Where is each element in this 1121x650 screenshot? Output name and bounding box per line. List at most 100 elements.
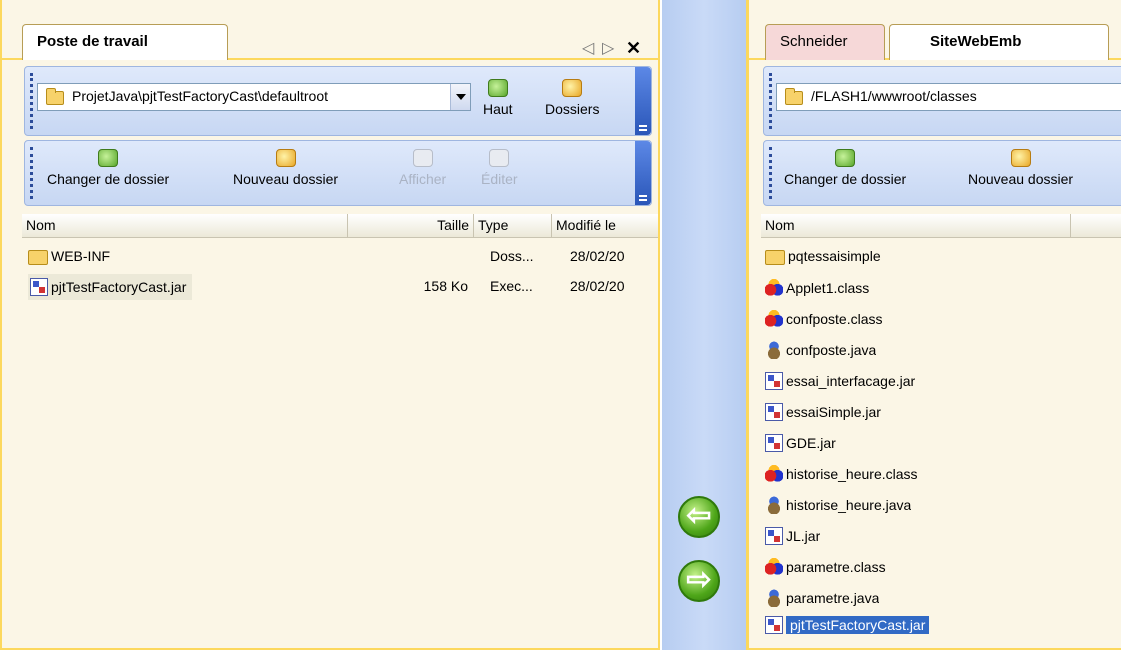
toolbar-grip[interactable] bbox=[769, 147, 772, 199]
right-file-pane: Schneider SiteWebEmb /FLASH1/wwwroot/cla… bbox=[746, 0, 1121, 650]
table-row[interactable]: pjtTestFactoryCast.jar 158 Ko Exec... 28… bbox=[22, 272, 658, 302]
tab-sitewebemb[interactable]: SiteWebEmb bbox=[889, 24, 1109, 60]
address-toolbar: /FLASH1/wwwroot/classes bbox=[763, 66, 1121, 136]
file-name: confposte.java bbox=[786, 342, 877, 358]
list-item[interactable]: parametre.class bbox=[761, 552, 1121, 582]
jar-file-icon bbox=[30, 278, 48, 296]
left-file-pane: Poste de travail ◁ ▷ ✕ ProjetJava\pjtTes… bbox=[0, 0, 660, 650]
file-name: pjtTestFactoryCast.jar bbox=[51, 279, 187, 295]
tab-prev-icon[interactable]: ◁ bbox=[582, 38, 594, 58]
close-icon[interactable]: ✕ bbox=[626, 38, 641, 58]
path-value: ProjetJava\pjtTestFactoryCast\defaultroo… bbox=[72, 88, 329, 104]
new-dir-button[interactable]: Nouveau dossier bbox=[968, 149, 1073, 187]
file-list-header: Nom Taille Type Modifié le bbox=[22, 214, 658, 238]
file-name: confposte.class bbox=[786, 311, 883, 327]
list-item[interactable]: historise_heure.class bbox=[761, 459, 1121, 489]
arrow-left-icon: ⇦ bbox=[686, 499, 712, 532]
file-name: JL.jar bbox=[786, 528, 821, 544]
tab-poste-de-travail[interactable]: Poste de travail bbox=[22, 24, 228, 60]
column-type[interactable]: Type bbox=[474, 214, 552, 238]
path-combo[interactable]: ProjetJava\pjtTestFactoryCast\defaultroo… bbox=[37, 83, 471, 111]
jar-file-icon bbox=[765, 616, 783, 634]
list-item[interactable]: GDE.jar bbox=[761, 428, 1121, 458]
class-file-icon bbox=[765, 558, 783, 576]
toolbar-grip[interactable] bbox=[30, 147, 33, 199]
list-item[interactable]: historise_heure.java bbox=[761, 490, 1121, 520]
action-toolbar: Changer de dossier Nouveau dossier bbox=[763, 140, 1121, 206]
file-name: historise_heure.java bbox=[786, 497, 912, 513]
copy-right-button[interactable]: ⇨ bbox=[678, 560, 720, 602]
left-tab-bar: Poste de travail ◁ ▷ ✕ bbox=[2, 14, 658, 60]
tab-close-icon[interactable]: ✕ bbox=[626, 38, 641, 59]
toolbar-overflow-icon[interactable] bbox=[635, 141, 651, 205]
java-file-icon bbox=[765, 341, 783, 359]
view-icon bbox=[412, 149, 433, 167]
up-folder-icon bbox=[487, 79, 508, 97]
path-combo[interactable]: /FLASH1/wwwroot/classes bbox=[776, 83, 1121, 111]
column-name[interactable]: Nom bbox=[761, 214, 1071, 238]
toolbar-overflow-icon[interactable] bbox=[635, 67, 651, 135]
folders-button[interactable]: Dossiers bbox=[545, 79, 599, 117]
file-size: 158 Ko bbox=[423, 278, 468, 294]
arrow-right-icon: ⇨ bbox=[686, 563, 712, 596]
edit-label: Éditer bbox=[481, 171, 518, 187]
list-item[interactable]: pqtessaisimple bbox=[761, 242, 1121, 272]
dropdown-arrow-icon[interactable] bbox=[450, 84, 470, 110]
file-name: essai_interfacage.jar bbox=[786, 373, 916, 389]
column-size[interactable]: Taille bbox=[348, 214, 474, 238]
file-modified: 28/02/20 bbox=[570, 278, 625, 294]
table-cell: pjtTestFactoryCast.jar bbox=[28, 274, 193, 300]
toolbar-grip[interactable] bbox=[30, 73, 33, 129]
transfer-strip: ⇦ ⇨ bbox=[662, 0, 746, 650]
action-toolbar: Changer de dossier Nouveau dossier Affic… bbox=[24, 140, 652, 206]
change-dir-button[interactable]: Changer de dossier bbox=[784, 149, 906, 187]
java-file-icon bbox=[765, 496, 783, 514]
right-tab-bar: Schneider SiteWebEmb bbox=[749, 14, 1121, 60]
list-item[interactable]: essaiSimple.jar bbox=[761, 397, 1121, 427]
list-item[interactable]: confposte.class bbox=[761, 304, 1121, 334]
list-item[interactable]: parametre.java bbox=[761, 583, 1121, 613]
folders-button-label: Dossiers bbox=[545, 101, 600, 117]
list-item[interactable]: confposte.java bbox=[761, 335, 1121, 365]
new-folder-icon bbox=[1010, 149, 1031, 167]
table-row[interactable]: WEB-INF Doss... 28/02/20 bbox=[22, 242, 658, 272]
change-dir-button[interactable]: Changer de dossier bbox=[47, 149, 169, 187]
folder-icon bbox=[785, 88, 803, 105]
list-item[interactable]: JL.jar bbox=[761, 521, 1121, 551]
view-button[interactable]: Afficher bbox=[399, 149, 446, 187]
file-name: GDE.jar bbox=[786, 435, 836, 451]
list-item[interactable]: pjtTestFactoryCast.jar bbox=[761, 613, 1121, 643]
tab-next-icon[interactable]: ▷ bbox=[602, 38, 614, 58]
class-file-icon bbox=[765, 465, 783, 483]
file-type: Doss... bbox=[490, 248, 534, 264]
file-name: historise_heure.class bbox=[786, 466, 918, 482]
class-file-icon bbox=[765, 279, 783, 297]
class-file-icon bbox=[765, 310, 783, 328]
folder-icon bbox=[28, 250, 48, 265]
change-dir-label: Changer de dossier bbox=[784, 171, 907, 187]
file-name: pjtTestFactoryCast.jar bbox=[786, 616, 930, 634]
tab-schneider[interactable]: Schneider bbox=[765, 24, 885, 60]
toolbar-grip[interactable] bbox=[769, 73, 772, 129]
view-label: Afficher bbox=[399, 171, 447, 187]
file-name: essaiSimple.jar bbox=[786, 404, 881, 420]
file-name: parametre.java bbox=[786, 590, 880, 606]
copy-left-button[interactable]: ⇦ bbox=[678, 496, 720, 538]
up-button-label: Haut bbox=[483, 101, 513, 117]
change-folder-icon bbox=[98, 149, 119, 167]
new-dir-button[interactable]: Nouveau dossier bbox=[233, 149, 338, 187]
file-modified: 28/02/20 bbox=[570, 248, 625, 264]
list-item[interactable]: essai_interfacage.jar bbox=[761, 366, 1121, 396]
edit-button[interactable]: Éditer bbox=[481, 149, 518, 187]
file-list-header: Nom bbox=[761, 214, 1121, 238]
change-dir-label: Changer de dossier bbox=[47, 171, 170, 187]
jar-file-icon bbox=[765, 434, 783, 452]
column-name[interactable]: Nom bbox=[22, 214, 348, 238]
folders-icon bbox=[562, 79, 583, 97]
file-name: Applet1.class bbox=[786, 280, 870, 296]
jar-file-icon bbox=[765, 527, 783, 545]
file-name: WEB-INF bbox=[51, 248, 111, 264]
up-button[interactable]: Haut bbox=[483, 79, 513, 117]
list-item[interactable]: Applet1.class bbox=[761, 273, 1121, 303]
column-modified[interactable]: Modifié le bbox=[552, 214, 658, 238]
